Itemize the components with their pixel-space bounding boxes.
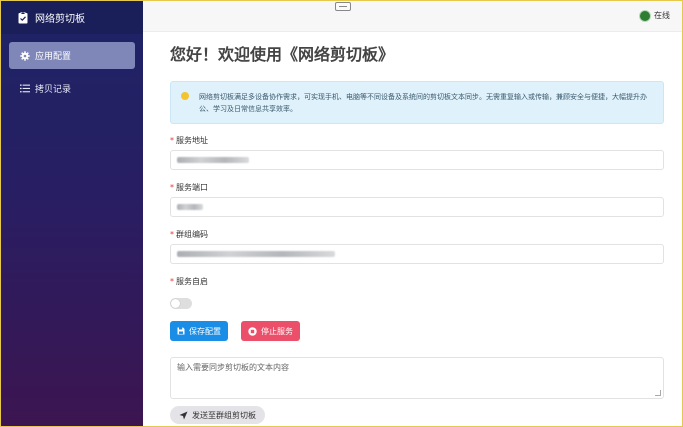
top-bar: 在线 (143, 1, 682, 32)
resize-handle[interactable] (655, 390, 661, 396)
sidebar-header: 网络剪切板 (1, 1, 143, 34)
send-to-group-button[interactable]: 发送至群组剪切板 (170, 406, 265, 424)
redacted-value (177, 204, 203, 210)
info-notice: 网络剪切板满足多设备协作需求，可实现手机、电脑等不同设备及系统间的剪切板文本同步… (170, 81, 664, 124)
sidebar: 网络剪切板 应用配置 拷贝记录 (1, 1, 143, 426)
status-dot-icon (640, 10, 650, 21)
clipboard-text-input[interactable]: 输入需要同步剪切板的文本内容 (170, 357, 664, 399)
field-label: * 服务地址 (170, 136, 208, 145)
list-icon (19, 83, 30, 94)
stop-icon (248, 326, 257, 336)
save-config-button[interactable]: 保存配置 (170, 321, 228, 341)
clipboard-icon (18, 11, 28, 23)
server-address-input[interactable] (170, 150, 664, 170)
sidebar-item-copy-history[interactable]: 拷贝记录 (9, 75, 135, 102)
field-server-port: * 服务端口 (170, 182, 664, 217)
sidebar-item-label: 应用配置 (35, 52, 72, 62)
connection-status: 在线 (640, 10, 670, 21)
redacted-value (177, 251, 335, 257)
sidebar-item-label: 拷贝记录 (35, 85, 72, 95)
stop-service-button[interactable]: 停止服务 (241, 321, 300, 341)
field-label: * 服务自启 (170, 277, 208, 286)
sidebar-toggle-button[interactable] (335, 2, 351, 11)
server-port-input[interactable] (170, 197, 664, 217)
page-title: 您好！欢迎使用《网络剪切板》 (170, 45, 395, 64)
save-icon (177, 327, 185, 335)
notice-text: 网络剪切板满足多设备协作需求，可实现手机、电脑等不同设备及系统间的剪切板文本同步… (199, 93, 647, 113)
group-code-input[interactable] (170, 244, 664, 264)
gear-icon (19, 50, 30, 61)
sidebar-nav: 应用配置 拷贝记录 (1, 34, 143, 102)
field-autostart: * 服务自启 (170, 276, 664, 309)
sidebar-item-app-config[interactable]: 应用配置 (9, 42, 135, 69)
lightbulb-icon (181, 92, 189, 100)
field-group-code: * 群组编码 (170, 229, 664, 264)
app-window: 网络剪切板 应用配置 拷贝记录 在线 您好！欢迎使用《网络剪切板》 网络剪切板满… (0, 0, 683, 427)
field-server-address: * 服务地址 (170, 135, 664, 170)
action-buttons: 保存配置 停止服务 (170, 321, 664, 341)
app-title: 网络剪切板 (35, 14, 85, 25)
send-icon (179, 411, 188, 420)
toggle-knob (171, 299, 180, 308)
status-text: 在线 (654, 11, 670, 20)
field-label: * 群组编码 (170, 230, 208, 239)
field-label: * 服务端口 (170, 183, 208, 192)
autostart-toggle[interactable] (170, 298, 192, 309)
textarea-placeholder: 输入需要同步剪切板的文本内容 (177, 363, 289, 372)
main-content: 您好！欢迎使用《网络剪切板》 网络剪切板满足多设备协作需求，可实现手机、电脑等不… (170, 31, 664, 424)
redacted-value (177, 157, 249, 163)
